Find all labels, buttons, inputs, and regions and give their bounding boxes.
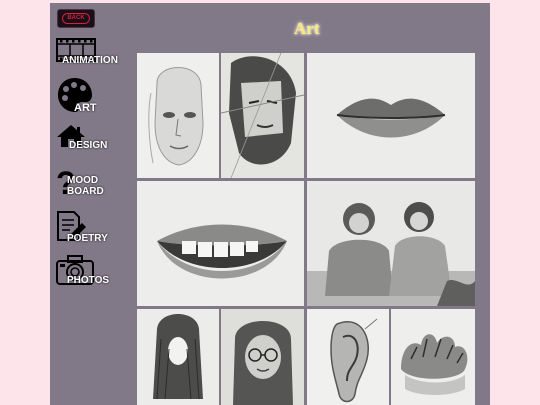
gallery-image-face-collage[interactable]: [221, 53, 304, 178]
gallery-image-face-sketch[interactable]: [137, 53, 219, 178]
site-panel: BACK ANIMATION ART DESIGN ? MOOD BOARD P…: [50, 3, 490, 405]
nav-label-art: ART: [74, 102, 97, 114]
gallery-image-smiling-mouth[interactable]: [137, 181, 304, 306]
nav-label-photos: PHOTOS: [67, 275, 110, 286]
nav-label-mood: MOOD: [67, 175, 99, 186]
back-button[interactable]: BACK: [57, 9, 95, 28]
nav-label-board: BOARD: [67, 186, 104, 197]
gallery-image-hair-sketch[interactable]: [137, 309, 219, 405]
gallery-image-two-girls[interactable]: [307, 181, 475, 306]
gallery-image-ear-sketch[interactable]: [307, 309, 389, 405]
back-button-label: BACK: [62, 13, 90, 24]
nav-item-art[interactable]: ART: [56, 76, 106, 114]
nav-item-animation[interactable]: ANIMATION: [56, 38, 118, 68]
gallery-image-girl-glasses[interactable]: [221, 309, 304, 405]
nav-item-poetry[interactable]: POETRY: [56, 211, 108, 245]
nav-label-animation: ANIMATION: [62, 55, 118, 66]
page-title: Art: [294, 19, 320, 38]
gallery-image-hair-texture[interactable]: [391, 309, 475, 405]
nav-item-design[interactable]: DESIGN: [56, 124, 108, 154]
gallery-image-lips-sketch[interactable]: [307, 53, 475, 178]
nav-label-design: DESIGN: [69, 140, 108, 151]
nav-label-poetry: POETRY: [67, 233, 108, 244]
nav-item-photos[interactable]: PHOTOS: [56, 255, 116, 289]
nav-item-mood-board[interactable]: ? MOOD BOARD: [56, 168, 106, 200]
